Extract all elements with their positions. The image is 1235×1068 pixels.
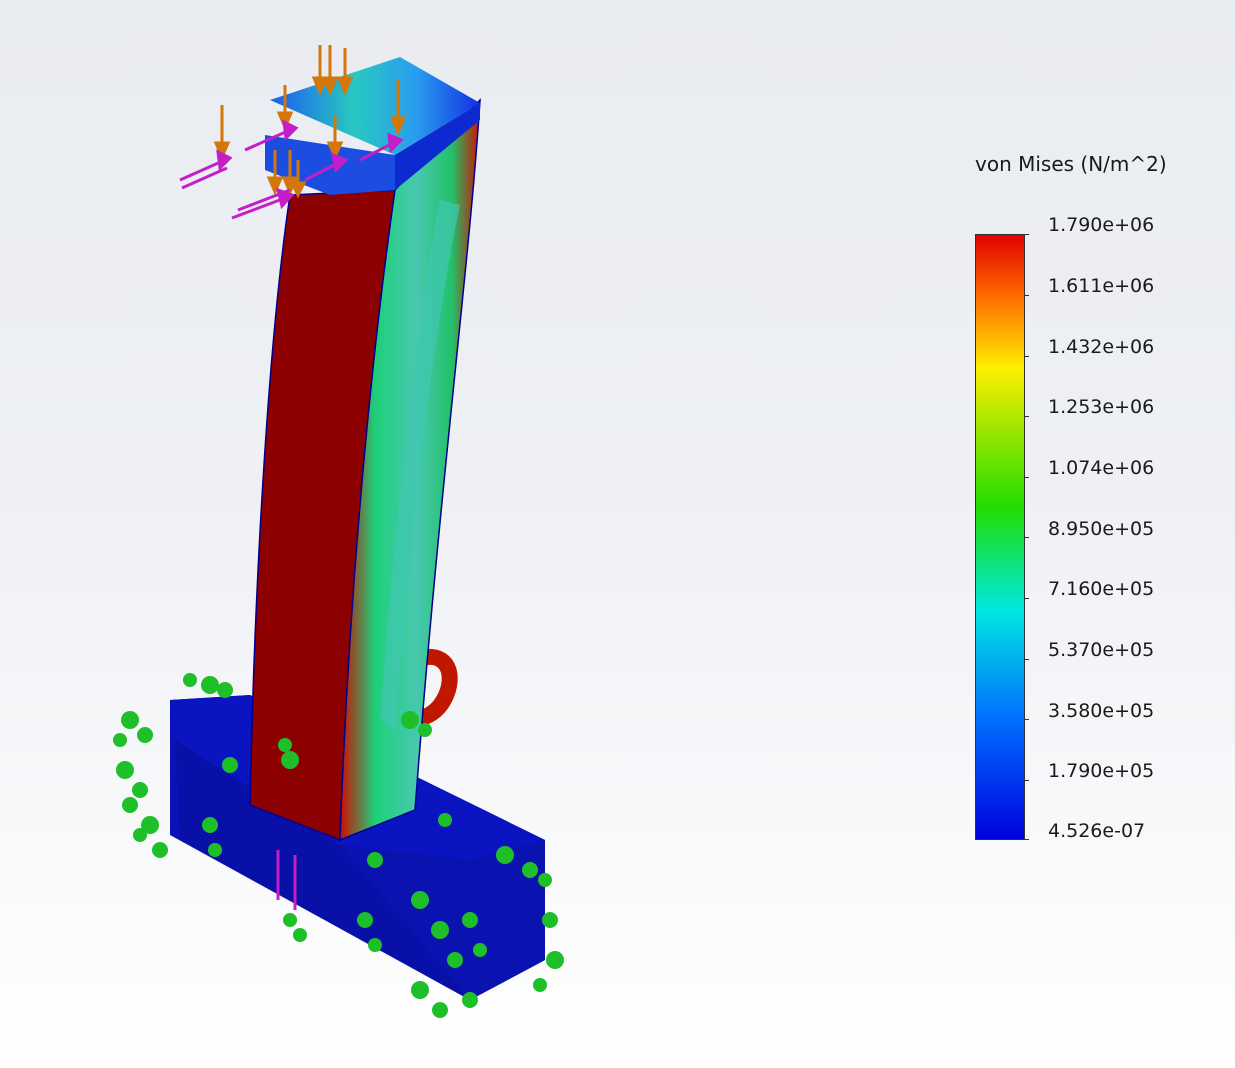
legend-tick-mark — [1025, 537, 1029, 538]
legend-tick-label: 1.611e+06 — [1048, 275, 1155, 297]
legend-tick-mark — [1025, 356, 1029, 357]
legend-tick-label: 4.526e-07 — [1048, 820, 1146, 842]
legend-tick-mark — [1025, 780, 1029, 781]
legend-tick-mark — [1025, 295, 1029, 296]
color-scale-bar — [975, 234, 1025, 840]
legend-tick-label: 8.950e+05 — [1048, 518, 1155, 540]
legend-tick-mark — [1025, 719, 1029, 720]
legend-tick-mark — [1025, 598, 1029, 599]
legend-tick-mark — [1025, 477, 1029, 478]
legend-tick-label: 1.253e+06 — [1048, 396, 1155, 418]
legend-tick-label: 5.370e+05 — [1048, 639, 1155, 661]
legend-tick-mark — [1025, 416, 1029, 417]
legend-tick-mark — [1025, 839, 1029, 840]
legend-tick-label: 1.790e+06 — [1048, 214, 1155, 236]
legend-tick-label: 3.580e+05 — [1048, 700, 1155, 722]
legend-tick-mark — [1025, 659, 1029, 660]
legend-tick-label: 7.160e+05 — [1048, 578, 1155, 600]
legend-tick-mark — [1025, 234, 1029, 235]
legend-tick-label: 1.074e+06 — [1048, 457, 1155, 479]
legend-tick-label: 1.790e+05 — [1048, 760, 1155, 782]
legend-title: von Mises (N/m^2) — [975, 152, 1167, 176]
legend-tick-label: 1.432e+06 — [1048, 336, 1155, 358]
